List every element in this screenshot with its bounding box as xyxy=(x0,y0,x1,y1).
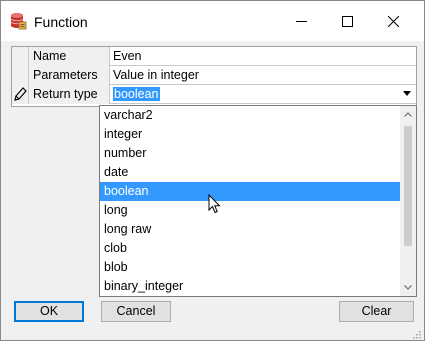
property-value-name[interactable]: Even xyxy=(110,47,416,66)
pencil-icon xyxy=(14,87,27,101)
property-value-parameters[interactable]: Value in integer xyxy=(110,66,416,85)
dropdown-option[interactable]: clob xyxy=(100,239,400,258)
minimize-icon xyxy=(295,20,307,22)
ok-button[interactable]: OK xyxy=(14,301,84,322)
close-button[interactable] xyxy=(370,1,416,41)
scroll-up-button[interactable] xyxy=(400,106,416,123)
property-grid: Name Even Parameters Value in integer Re… xyxy=(11,46,417,107)
clear-button[interactable]: Clear xyxy=(339,301,414,322)
row-indicator xyxy=(12,66,29,85)
dropdown-option[interactable]: long raw xyxy=(100,220,400,239)
chevron-up-icon xyxy=(404,112,412,117)
return-type-select[interactable]: boolean xyxy=(110,85,416,104)
dropdown-arrow-icon[interactable] xyxy=(403,91,411,96)
chevron-down-icon xyxy=(404,285,412,290)
grid-row-parameters[interactable]: Parameters Value in integer xyxy=(12,66,416,85)
scroll-down-button[interactable] xyxy=(400,279,416,296)
window-title: Function xyxy=(34,14,88,30)
property-label: Parameters xyxy=(29,66,110,85)
row-indicator xyxy=(12,85,29,104)
dropdown-option[interactable]: integer xyxy=(100,125,400,144)
minimize-button[interactable] xyxy=(278,1,324,41)
dropdown-option[interactable]: number xyxy=(100,144,400,163)
dropdown-option[interactable]: blob xyxy=(100,258,400,277)
return-type-dropdown-list[interactable]: varchar2 integer number date boolean lon… xyxy=(99,105,417,297)
grid-row-name[interactable]: Name Even xyxy=(12,47,416,66)
return-type-value: boolean xyxy=(113,87,160,101)
database-icon xyxy=(10,12,27,30)
cancel-button[interactable]: Cancel xyxy=(101,301,171,322)
dropdown-option[interactable]: varchar2 xyxy=(100,106,400,125)
resize-grip-icon[interactable] xyxy=(411,327,421,339)
dropdown-option-selected[interactable]: boolean xyxy=(100,182,400,201)
close-icon xyxy=(387,15,399,27)
property-label: Return type xyxy=(29,85,110,104)
dropdown-option[interactable]: date xyxy=(100,163,400,182)
dropdown-option[interactable]: long xyxy=(100,201,400,220)
dropdown-scrollbar[interactable] xyxy=(400,106,416,296)
maximize-button[interactable] xyxy=(324,1,370,41)
function-dialog: Function Name Even Parameters Value in i… xyxy=(0,0,425,341)
scrollbar-thumb[interactable] xyxy=(404,126,412,246)
title-bar[interactable]: Function xyxy=(1,1,424,41)
grid-row-return-type[interactable]: Return type boolean xyxy=(12,85,416,104)
mouse-pointer-icon xyxy=(208,193,222,216)
row-indicator xyxy=(12,47,29,66)
maximize-icon xyxy=(341,15,353,27)
dropdown-option[interactable]: binary_integer xyxy=(100,277,400,296)
property-label: Name xyxy=(29,47,110,66)
